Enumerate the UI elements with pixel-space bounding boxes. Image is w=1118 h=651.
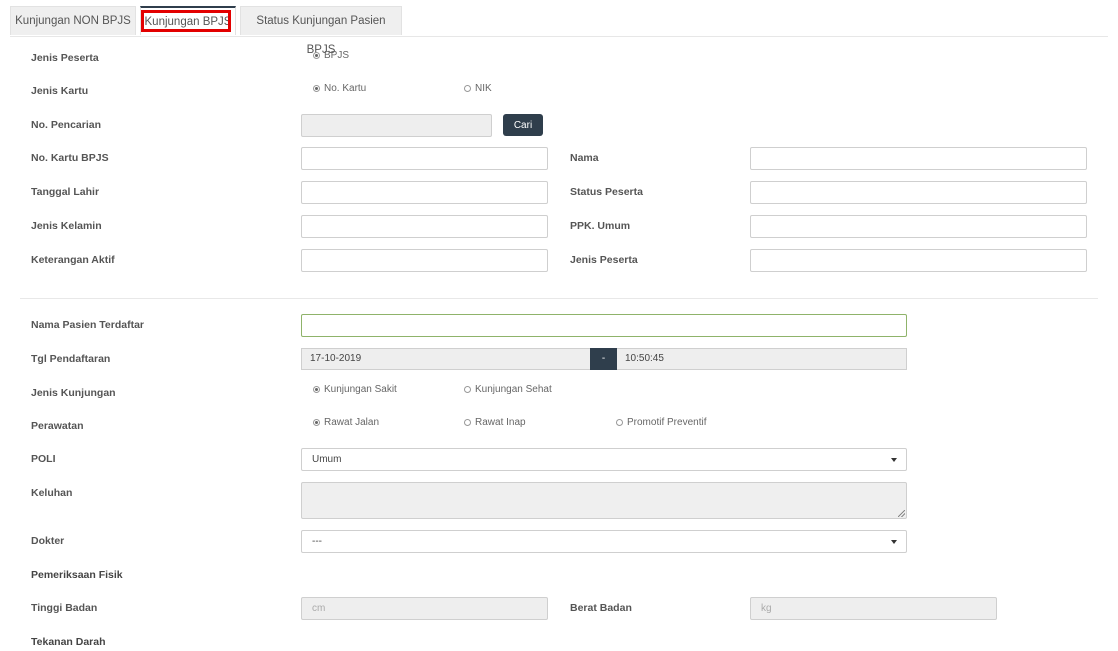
no-pencarian-label: No. Pencarian (31, 119, 102, 131)
tgl-pendaftaran-group: 17-10-2019 - 10:50:45 (301, 348, 907, 370)
chevron-down-icon (891, 458, 897, 462)
poli-label: POLI (31, 453, 56, 465)
dokter-select[interactable]: --- (301, 530, 907, 553)
pemeriksaan-fisik-heading: Pemeriksaan Fisik (31, 569, 123, 581)
radio-nik-label: NIK (475, 83, 492, 94)
jenis-kelamin-label: Jenis Kelamin (31, 220, 102, 232)
status-peserta-input[interactable] (750, 181, 1087, 204)
radio-kunjungan-sakit[interactable]: Kunjungan Sakit (313, 384, 397, 395)
radio-unselected-icon (464, 85, 471, 92)
keterangan-aktif-label: Keterangan Aktif (31, 254, 115, 266)
radio-rawat-inap[interactable]: Rawat Inap (464, 417, 526, 428)
berat-badan-input[interactable] (750, 597, 997, 620)
no-kartu-bpjs-input[interactable] (301, 147, 548, 170)
chevron-down-icon (891, 540, 897, 544)
status-peserta-label: Status Peserta (570, 186, 643, 198)
nama-label: Nama (570, 152, 599, 164)
section-divider (20, 298, 1098, 299)
tab-status-kunjungan-pasien-bpjs[interactable]: Status Kunjungan Pasien BPJS (240, 6, 402, 56)
radio-kunjungan-sehat-label: Kunjungan Sehat (475, 384, 552, 395)
radio-promotif-preventif-label: Promotif Preventif (627, 417, 707, 428)
tab-bar: Kunjungan NON BPJS Kunjungan BPJS Status… (10, 6, 1108, 56)
keluhan-label: Keluhan (31, 487, 73, 499)
tekanan-darah-heading: Tekanan Darah (31, 636, 106, 648)
dokter-label: Dokter (31, 535, 65, 547)
radio-rawat-jalan-label: Rawat Jalan (324, 417, 380, 428)
radio-no-kartu[interactable]: No. Kartu (313, 83, 366, 94)
tgl-pendaftaran-label: Tgl Pendaftaran (31, 353, 111, 365)
poli-selected-value: Umum (312, 454, 342, 465)
jenis-peserta-info-label: Jenis Peserta (570, 254, 638, 266)
radio-unselected-icon (464, 419, 471, 426)
ppk-umum-label: PPK. Umum (570, 220, 631, 232)
radio-rawat-jalan[interactable]: Rawat Jalan (313, 417, 379, 428)
radio-no-kartu-label: No. Kartu (324, 83, 367, 94)
perawatan-label: Perawatan (31, 420, 84, 432)
radio-unselected-icon (616, 419, 623, 426)
radio-promotif-preventif[interactable]: Promotif Preventif (616, 417, 706, 428)
tinggi-badan-label: Tinggi Badan (31, 602, 98, 614)
radio-kunjungan-sehat[interactable]: Kunjungan Sehat (464, 384, 552, 395)
nama-pasien-input[interactable] (301, 314, 907, 337)
resize-handle-icon[interactable] (898, 510, 905, 517)
no-kartu-bpjs-label: No. Kartu BPJS (31, 152, 109, 164)
radio-selected-icon (313, 386, 320, 393)
radio-nik[interactable]: NIK (464, 83, 492, 94)
keterangan-aktif-input[interactable] (301, 249, 548, 272)
jenis-kunjungan-label: Jenis Kunjungan (31, 387, 116, 399)
radio-bpjs[interactable]: BPJS (313, 50, 349, 61)
radio-selected-icon (313, 85, 320, 92)
nama-pasien-label: Nama Pasien Terdaftar (31, 319, 145, 331)
tgl-pendaftaran-date[interactable]: 17-10-2019 (301, 348, 590, 370)
keluhan-textarea[interactable] (301, 482, 907, 519)
tanggal-lahir-input[interactable] (301, 181, 548, 204)
ppk-umum-input[interactable] (750, 215, 1087, 238)
tanggal-lahir-label: Tanggal Lahir (31, 186, 100, 198)
radio-unselected-icon (464, 386, 471, 393)
radio-selected-icon (313, 419, 320, 426)
radio-bpjs-label: BPJS (324, 50, 350, 61)
tgl-pendaftaran-time[interactable]: 10:50:45 (617, 348, 907, 370)
cari-button[interactable]: Cari (503, 114, 543, 136)
berat-badan-label: Berat Badan (570, 602, 632, 614)
radio-selected-icon (313, 52, 320, 59)
poli-select[interactable]: Umum (301, 448, 907, 471)
tgl-pendaftaran-separator: - (590, 348, 617, 370)
tab-kunjungan-non-bpjs[interactable]: Kunjungan NON BPJS (10, 6, 136, 35)
tinggi-badan-input[interactable] (301, 597, 548, 620)
dokter-selected-value: --- (312, 536, 322, 547)
jenis-kelamin-input[interactable] (301, 215, 548, 238)
nama-input[interactable] (750, 147, 1087, 170)
tab-kunjungan-bpjs[interactable]: Kunjungan BPJS (140, 6, 236, 35)
no-pencarian-input[interactable] (301, 114, 492, 137)
radio-rawat-inap-label: Rawat Inap (475, 417, 526, 428)
radio-kunjungan-sakit-label: Kunjungan Sakit (324, 384, 397, 395)
jenis-kartu-label: Jenis Kartu (31, 85, 89, 97)
jenis-peserta-info-input[interactable] (750, 249, 1087, 272)
jenis-peserta-label: Jenis Peserta (31, 52, 99, 64)
